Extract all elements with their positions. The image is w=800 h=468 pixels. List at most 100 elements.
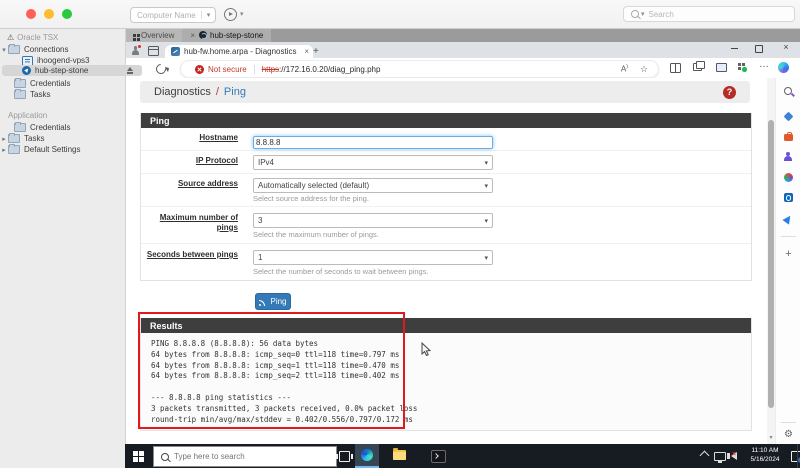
- address-bar[interactable]: Not secure https ://172.16.0.20/diag_pin…: [180, 60, 659, 78]
- tab-label: hub-step-stone: [210, 31, 263, 40]
- scrollbar-down-arrow[interactable]: ▾: [767, 434, 775, 441]
- sidebar-add-button[interactable]: +: [783, 248, 794, 259]
- workspaces-icon[interactable]: [716, 63, 727, 72]
- sidebar-shopping-icon[interactable]: [783, 111, 794, 122]
- settings-more-icon[interactable]: …: [759, 59, 769, 70]
- tab-overview[interactable]: Overview: [125, 28, 182, 42]
- new-tab-button[interactable]: +: [313, 46, 319, 57]
- read-aloud-icon[interactable]: A): [621, 64, 628, 74]
- app-search-field[interactable]: ▾ Search: [623, 6, 795, 22]
- taskbar-search-input[interactable]: [172, 451, 306, 462]
- connect-play-button[interactable]: [224, 8, 237, 21]
- chevron-down-icon[interactable]: ▾: [240, 10, 244, 18]
- max-pings-select[interactable]: 3 ▾: [253, 213, 493, 228]
- source-address-select[interactable]: Automatically selected (default) ▾: [253, 178, 493, 193]
- chevron-right-icon[interactable]: ▸: [0, 146, 8, 154]
- security-label[interactable]: Not secure: [208, 65, 247, 74]
- file-explorer-icon[interactable]: [393, 450, 406, 460]
- tree-item-app-credentials[interactable]: Credentials: [0, 122, 139, 133]
- ping-panel: Ping Hostname IP Protocol IPv4 ▾ Source …: [140, 113, 752, 281]
- sidebar-drop-icon[interactable]: [783, 214, 794, 225]
- folder-icon: [14, 123, 26, 132]
- scrollbar-thumb[interactable]: [768, 120, 774, 408]
- window-minimize-light[interactable]: [44, 9, 54, 19]
- start-button[interactable]: [133, 451, 138, 456]
- tab-hub-step-stone[interactable]: × hub-step-stone: [182, 28, 271, 42]
- field-label: Source address: [141, 179, 238, 189]
- tree-item-credentials[interactable]: Credentials: [0, 78, 139, 89]
- ping-button[interactable]: Ping: [255, 293, 291, 310]
- window-minimize-button[interactable]: [731, 48, 738, 49]
- chevron-right-icon[interactable]: ▸: [0, 135, 8, 143]
- taskbar-edge-app[interactable]: [355, 444, 379, 468]
- tree-item-hub-step-stone[interactable]: hub-step-stone: [2, 65, 142, 76]
- folder-icon: [8, 45, 20, 54]
- computer-name-dropdown[interactable]: Computer Name ▾: [130, 7, 216, 23]
- breadcrumb-page-link[interactable]: Ping: [224, 86, 246, 98]
- output-line: 64 bytes from 8.8.8.8: icmp_seq=2 ttl=11…: [151, 371, 751, 382]
- taskbar-clock[interactable]: 11:10 AM 5/16/2024: [745, 447, 785, 464]
- select-value: 1: [254, 253, 484, 262]
- taskbar-search-box[interactable]: [153, 446, 337, 467]
- not-secure-icon[interactable]: [195, 65, 204, 74]
- close-icon[interactable]: ×: [190, 31, 195, 40]
- window-maximize-button[interactable]: [755, 45, 763, 53]
- sidebar-settings-gear-icon[interactable]: ⚙: [783, 429, 794, 440]
- browser-profile-icon[interactable]: [131, 46, 140, 55]
- form-row-ip-protocol: IP Protocol IPv4 ▾: [141, 151, 751, 174]
- close-icon[interactable]: ×: [304, 47, 309, 56]
- overview-grid-icon: [133, 34, 136, 37]
- hostname-input[interactable]: [253, 136, 493, 149]
- seconds-between-select[interactable]: 1 ▾: [253, 250, 493, 265]
- broadcast-icon: [259, 298, 267, 306]
- collections-icon[interactable]: [693, 63, 702, 71]
- extensions-icon[interactable]: [738, 63, 746, 71]
- folder-icon: [14, 79, 26, 88]
- sidebar-m365-icon[interactable]: [783, 151, 794, 162]
- window-close-light[interactable]: [26, 9, 36, 19]
- disconnect-eject-icon[interactable]: [126, 67, 134, 75]
- sidebar-search-icon[interactable]: [783, 86, 794, 97]
- chevron-down-icon: ▾: [484, 182, 492, 190]
- application-section-header: Application: [0, 110, 133, 121]
- tree-item-app-tasks[interactable]: ▸ Tasks: [0, 133, 125, 144]
- copilot-icon[interactable]: [778, 62, 789, 73]
- output-line: --- 8.8.8.8 ping statistics ---: [151, 393, 751, 404]
- tray-show-hidden-icon[interactable]: [700, 451, 710, 461]
- edge-toolbar: ← Not secure https ://172.16.0.20/diag_p…: [125, 58, 800, 79]
- network-icon[interactable]: [714, 452, 726, 461]
- output-line: 64 bytes from 8.8.8.8: icmp_seq=0 ttl=11…: [151, 350, 751, 361]
- split-screen-icon[interactable]: [670, 63, 681, 73]
- sidebar-games-icon[interactable]: [783, 172, 794, 183]
- breadcrumb: Diagnostics / Ping ?: [140, 81, 750, 103]
- tree-item-label: Default Settings: [24, 145, 80, 154]
- search-placeholder: Search: [649, 10, 674, 19]
- field-label: Maximum number of pings: [141, 213, 238, 232]
- document-title-row[interactable]: ⚠ Oracle TSX: [0, 32, 125, 43]
- tab-actions-icon[interactable]: [148, 46, 159, 56]
- help-button[interactable]: ?: [723, 86, 736, 99]
- divider: [254, 65, 255, 74]
- connection-favicon: [199, 31, 207, 39]
- tree-item-label: Credentials: [30, 123, 70, 132]
- window-zoom-light[interactable]: [62, 9, 72, 19]
- chevron-down-icon: ▾: [484, 217, 492, 225]
- ip-protocol-select[interactable]: IPv4 ▾: [253, 155, 493, 170]
- task-view-icon[interactable]: [339, 451, 350, 462]
- tree-item-tasks[interactable]: Tasks: [0, 89, 139, 100]
- volume-muted-icon[interactable]: [731, 452, 737, 460]
- edge-sidebar: + ⚙: [775, 78, 800, 444]
- tree-item-connections[interactable]: ▾ Connections: [0, 44, 125, 55]
- sidebar-tools-icon[interactable]: [783, 131, 794, 142]
- reload-button[interactable]: [154, 62, 168, 76]
- favorite-star-icon[interactable]: ☆: [640, 64, 648, 75]
- sidebar-outlook-icon[interactable]: [783, 192, 794, 203]
- browser-tab-active[interactable]: hub-fw.home.arpa - Diagnostics ×: [165, 45, 313, 58]
- command-prompt-icon[interactable]: [431, 450, 446, 463]
- window-close-button[interactable]: ×: [779, 42, 793, 52]
- tree-item-label: Credentials: [30, 79, 70, 88]
- tree-item-default-settings[interactable]: ▸ Default Settings: [0, 144, 125, 155]
- chevron-down-icon[interactable]: ▾: [0, 46, 8, 54]
- page-scrollbar[interactable]: ▾: [767, 78, 775, 444]
- section-label: Application: [8, 111, 47, 120]
